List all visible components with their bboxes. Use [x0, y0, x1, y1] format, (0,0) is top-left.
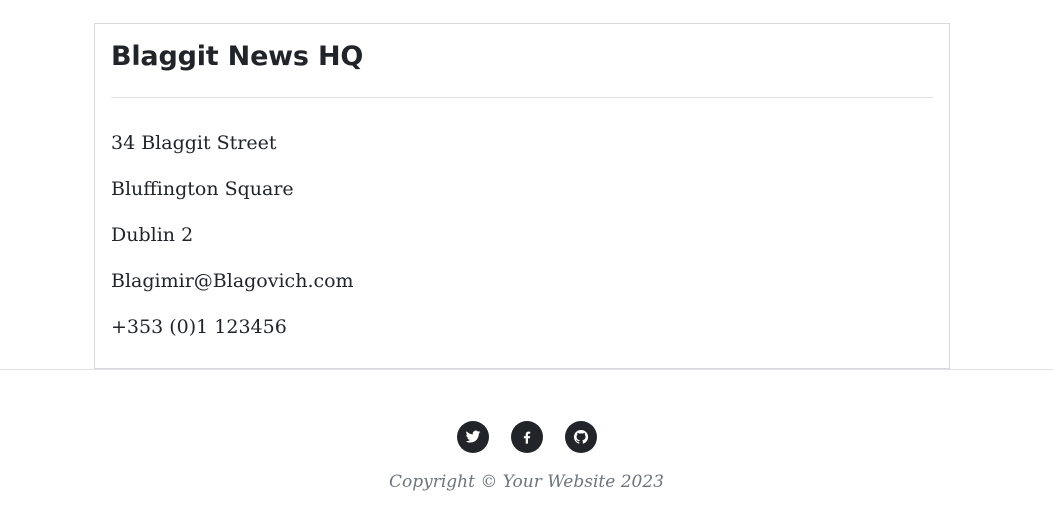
footer-divider — [0, 369, 1053, 370]
github-icon — [573, 429, 588, 444]
social-links — [0, 421, 1053, 453]
address-street: 34 Blaggit Street — [111, 132, 277, 154]
github-link[interactable] — [564, 421, 597, 453]
contact-email[interactable]: Blagimir@Blagovich.com — [111, 258, 354, 304]
address-city: Dublin 2 — [111, 224, 194, 246]
address-list: 34 Blaggit Street Bluffington Square Dub… — [111, 120, 354, 350]
facebook-icon — [523, 431, 530, 444]
facebook-link[interactable] — [510, 421, 543, 453]
twitter-icon — [465, 430, 480, 443]
twitter-link[interactable] — [456, 421, 489, 453]
contact-phone[interactable]: +353 (0)1 123456 — [111, 304, 354, 350]
copyright-text: Copyright © Your Website 2023 — [389, 472, 664, 492]
card-title: Blaggit News HQ — [111, 41, 364, 72]
contact-card: Blaggit News HQ 34 Blaggit Street Bluffi… — [94, 23, 950, 369]
address-square: Bluffington Square — [111, 178, 294, 200]
card-divider — [111, 97, 933, 98]
